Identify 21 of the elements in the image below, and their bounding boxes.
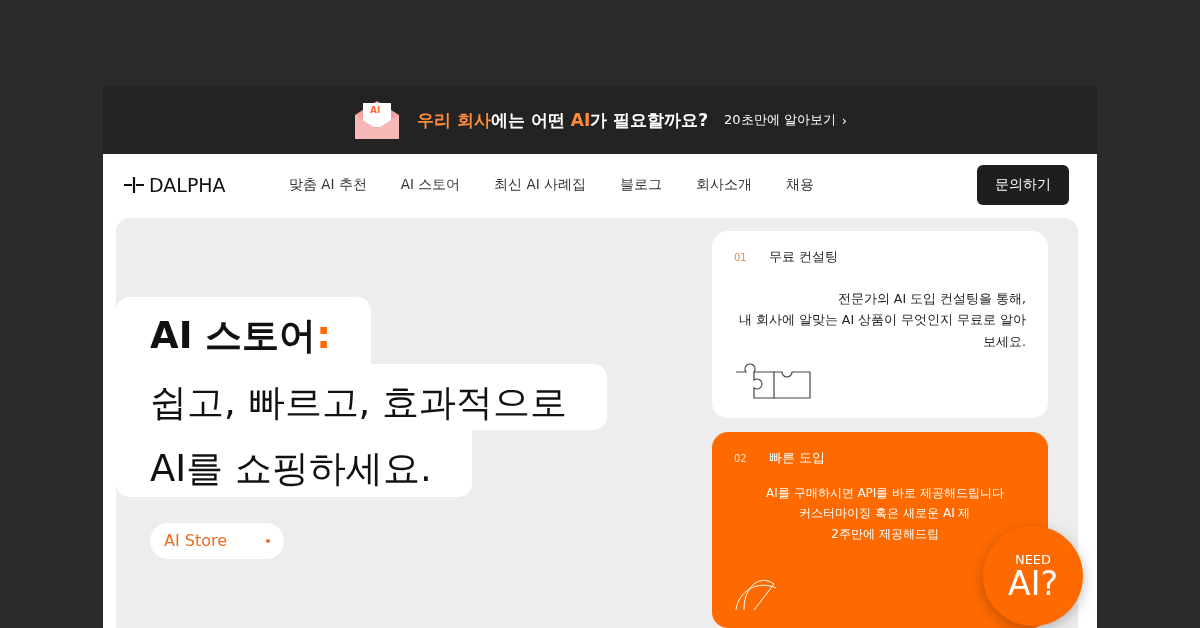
nav-link[interactable]: 회사소개	[696, 176, 753, 194]
card-title: 무료 컨설팅	[768, 249, 838, 266]
hero-subtitle: AI를 쇼핑하세요.	[116, 430, 472, 497]
card-title: 빠른 도입	[768, 449, 825, 467]
logo[interactable]: DALPHA	[123, 174, 289, 196]
nav-link[interactable]: 최신 AI 사례집	[494, 176, 587, 194]
nav-link[interactable]: 블로그	[620, 176, 663, 194]
banner-headline: 우리 회사에는 어떤 AI가 필요할까요?	[417, 108, 709, 132]
hero-subtitle: 쉽고, 빠르고, 효과적으로	[116, 363, 608, 431]
nav-link[interactable]: 맞춤 AI 추천	[289, 176, 367, 194]
card-text: 전문가의 AI 도입 컨설팅을 통해, 내 회사에 알맞는 AI 상품이 무엇인지 무료로 알아 보세요.	[737, 290, 1026, 351]
contact-button[interactable]: 문의하기	[977, 165, 1069, 205]
card-number: 01	[734, 252, 747, 263]
logo-text: DALPHA	[149, 174, 226, 196]
envelope-label: AI	[370, 105, 381, 115]
logo-icon	[123, 176, 145, 194]
hero-title: AI 스토어:	[116, 297, 372, 364]
card-number: 02	[734, 452, 747, 464]
banner-link[interactable]: 20초만에 알아보기 ›	[724, 111, 847, 129]
nav-link[interactable]: AI 스토어	[400, 176, 461, 194]
nav-link[interactable]: 채용	[786, 176, 815, 194]
